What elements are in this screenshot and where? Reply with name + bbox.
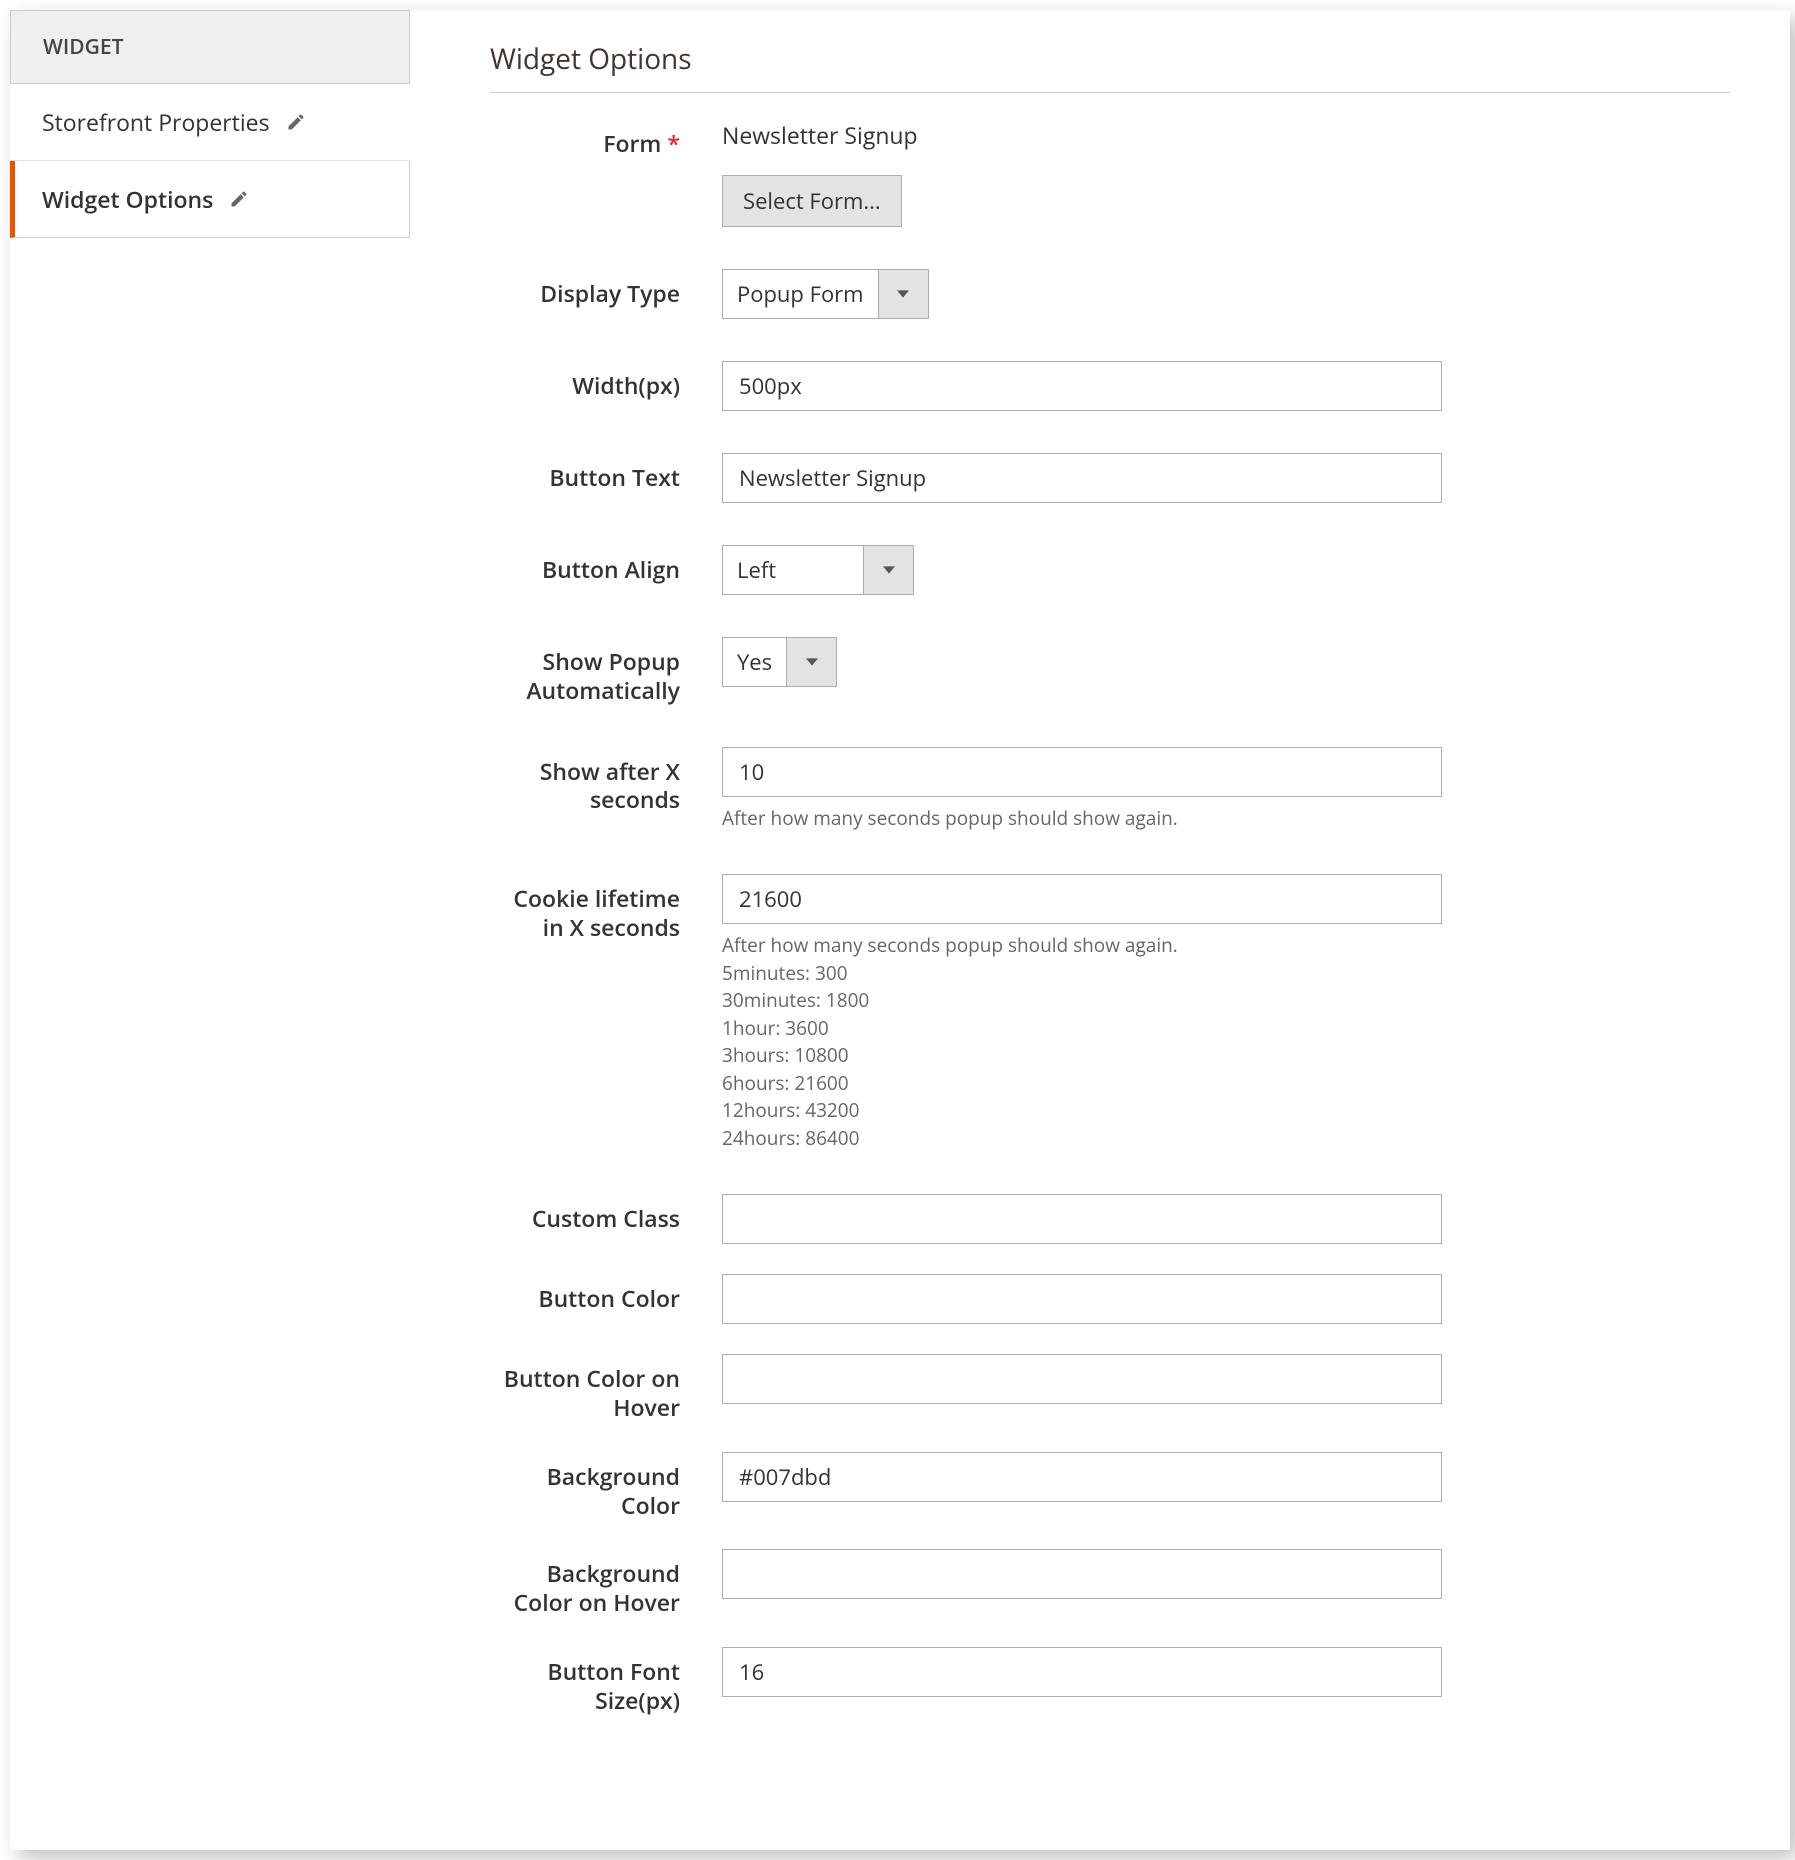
button-font-size-input[interactable] bbox=[722, 1647, 1442, 1697]
label-show-popup: Show Popup Automatically bbox=[490, 637, 690, 705]
field-button-text: Button Text bbox=[490, 453, 1730, 503]
button-color-hover-input[interactable] bbox=[722, 1354, 1442, 1404]
chevron-down-icon bbox=[878, 270, 928, 318]
sidebar: WIDGET Storefront Properties Widget Opti… bbox=[10, 10, 410, 1850]
label-form: Form* bbox=[490, 119, 690, 158]
field-show-after: Show after X seconds After how many seco… bbox=[490, 747, 1730, 833]
label-button-text: Button Text bbox=[490, 453, 690, 492]
field-button-font-size: Button Font Size(px) bbox=[490, 1647, 1730, 1715]
label-button-align: Button Align bbox=[490, 545, 690, 584]
label-width: Width(px) bbox=[490, 361, 690, 400]
form-value: Newsletter Signup bbox=[722, 119, 1730, 151]
tab-label: Storefront Properties bbox=[42, 106, 270, 138]
field-form: Form* Newsletter Signup Select Form... bbox=[490, 119, 1730, 227]
field-show-popup: Show Popup Automatically Yes bbox=[490, 637, 1730, 705]
field-button-color-hover: Button Color on Hover bbox=[490, 1354, 1730, 1422]
show-after-help: After how many seconds popup should show… bbox=[722, 805, 1730, 833]
field-custom-class: Custom Class bbox=[490, 1194, 1730, 1244]
show-after-input[interactable] bbox=[722, 747, 1442, 797]
width-input[interactable] bbox=[722, 361, 1442, 411]
section-title: Widget Options bbox=[490, 40, 1730, 93]
main-content: Widget Options Form* Newsletter Signup S… bbox=[410, 10, 1790, 1850]
bg-color-input[interactable] bbox=[722, 1452, 1442, 1502]
label-show-after: Show after X seconds bbox=[490, 747, 690, 815]
cookie-lifetime-input[interactable] bbox=[722, 874, 1442, 924]
show-popup-select[interactable]: Yes bbox=[722, 637, 837, 687]
display-type-select[interactable]: Popup Form bbox=[722, 269, 929, 319]
pencil-icon bbox=[286, 112, 306, 132]
label-bg-color-hover: Background Color on Hover bbox=[490, 1549, 690, 1617]
custom-class-input[interactable] bbox=[722, 1194, 1442, 1244]
button-align-select[interactable]: Left bbox=[722, 545, 914, 595]
label-display-type: Display Type bbox=[490, 269, 690, 308]
field-cookie-lifetime: Cookie lifetime in X seconds After how m… bbox=[490, 874, 1730, 1152]
field-button-color: Button Color bbox=[490, 1274, 1730, 1324]
field-display-type: Display Type Popup Form bbox=[490, 269, 1730, 319]
label-custom-class: Custom Class bbox=[490, 1194, 690, 1233]
field-bg-color: Background Color bbox=[490, 1452, 1730, 1520]
tab-widget-options[interactable]: Widget Options bbox=[10, 161, 410, 238]
button-color-input[interactable] bbox=[722, 1274, 1442, 1324]
window: WIDGET Storefront Properties Widget Opti… bbox=[10, 10, 1790, 1850]
button-text-input[interactable] bbox=[722, 453, 1442, 503]
field-bg-color-hover: Background Color on Hover bbox=[490, 1549, 1730, 1617]
chevron-down-icon bbox=[863, 546, 913, 594]
tab-label: Widget Options bbox=[42, 183, 213, 215]
label-cookie-lifetime: Cookie lifetime in X seconds bbox=[490, 874, 690, 942]
tab-storefront-properties[interactable]: Storefront Properties bbox=[10, 84, 410, 161]
label-button-font-size: Button Font Size(px) bbox=[490, 1647, 690, 1715]
pencil-icon bbox=[229, 189, 249, 209]
sidebar-header: WIDGET bbox=[10, 10, 410, 84]
label-bg-color: Background Color bbox=[490, 1452, 690, 1520]
select-form-button[interactable]: Select Form... bbox=[722, 175, 902, 227]
chevron-down-icon bbox=[786, 638, 836, 686]
field-width: Width(px) bbox=[490, 361, 1730, 411]
cookie-lifetime-help: After how many seconds popup should show… bbox=[722, 932, 1730, 1152]
label-button-color: Button Color bbox=[490, 1274, 690, 1313]
bg-color-hover-input[interactable] bbox=[722, 1549, 1442, 1599]
label-button-color-hover: Button Color on Hover bbox=[490, 1354, 690, 1422]
field-button-align: Button Align Left bbox=[490, 545, 1730, 595]
